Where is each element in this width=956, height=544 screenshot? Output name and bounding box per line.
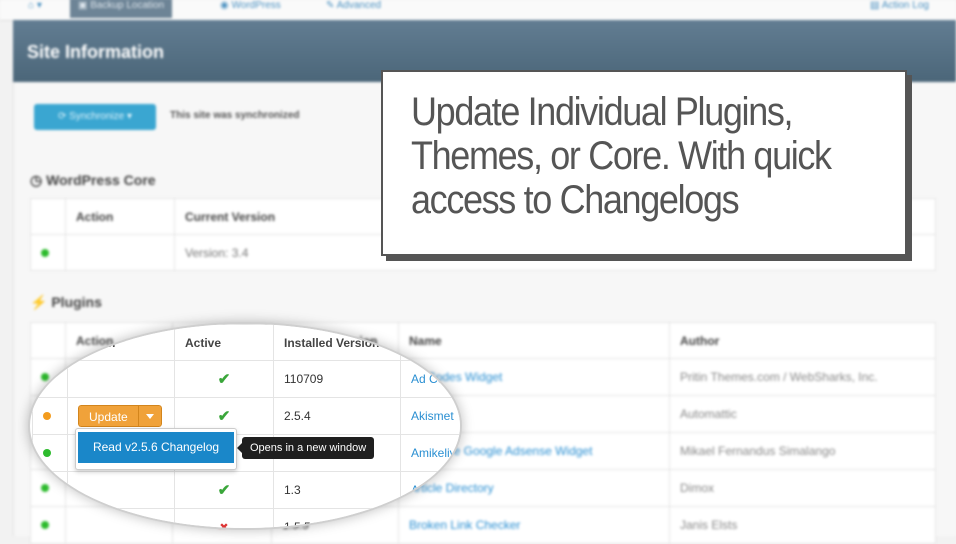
tab-wordpress[interactable]: ◉ WordPress [212,0,289,18]
status-dot [43,412,51,420]
plugin-name-link[interactable]: Article Directory [400,471,460,509]
core-heading: ◷ WordPress Core [30,172,156,188]
column-header [30,198,66,235]
log-icon: ▤ [870,0,882,11]
feature-callout: Update Individual Plugins, Themes, or Co… [381,70,907,256]
plugin-name-link[interactable]: Akismet [400,397,460,435]
chevron-down-icon[interactable] [137,405,162,427]
column-header: Action [67,324,175,361]
column-header: Installed Version [273,324,401,361]
sync-status-text: This site was synchronized [170,110,300,121]
wrench-icon: ✎ [326,0,337,11]
wordpress-icon: ◉ [220,0,232,11]
column-header: Action [65,198,175,235]
table-row: ✖ 1.5.5 Broken Link Checker Janis Elsts [32,508,460,530]
magnifier-lens: Action Active Installed Version Name Aut… [28,322,462,530]
plugins-heading: ⚡ Plugins [30,294,102,310]
column-header: Active [174,324,274,361]
clock-icon: ◷ [30,172,47,188]
status-dot [41,248,49,257]
plugin-name-link[interactable]: Amikelive Google Adsense Widget [400,434,460,472]
status-dot [43,486,51,494]
check-icon: ✔ [217,408,231,425]
database-icon: ▣ [78,0,91,11]
version-cell: 2.5.4 [273,397,401,435]
version-cell: 110709 [273,360,401,398]
home-tab[interactable]: ⌂ ▾ [20,0,50,18]
sync-icon: ⟳ [57,111,70,122]
cross-icon: ✖ [219,522,229,530]
status-dot [43,375,51,383]
top-nav: ⌂ ▾ ▣ Backup Location ◉ WordPress ✎ Adva… [0,0,956,21]
check-icon: ✔ [217,371,231,388]
version-cell: 1.5.5 [273,508,401,528]
action-cell [65,234,175,271]
home-icon: ⌂ ▾ [28,0,42,11]
table-row: ✔ 1.3 Article Directory Dimox [32,471,460,509]
plug-icon: ⚡ [30,294,52,310]
read-changelog-menu-item[interactable]: Read v2.5.6 Changelog [78,432,234,463]
tab-advanced[interactable]: ✎ Advanced [318,0,389,18]
column-header: Author [669,322,936,359]
plugin-name-link[interactable]: Broken Link Checker [400,508,460,528]
callout-text: Update Individual Plugins, Themes, or Co… [411,90,832,222]
update-split-button[interactable]: Update [78,405,162,427]
page-title: Site Information [27,42,165,62]
update-dropdown-menu: Read v2.5.6 Changelog [75,428,237,470]
table-row: ✔ 110709 Ad Codes Widget Pritin Themes.c… [32,360,460,398]
tab-backup-location[interactable]: ▣ Backup Location [70,0,173,18]
version-cell: 1.3 [273,471,401,509]
status-dot [43,449,51,457]
new-window-tooltip: Opens in a new window [236,437,375,459]
check-icon: ✔ [217,482,231,499]
plugins-table: Action Active Installed Version Name Aut… [32,324,460,530]
action-log-link[interactable]: ▤ Action Log [862,0,937,18]
synchronize-button[interactable]: ⟳ Synchronize ▾ [34,104,156,130]
column-header: Name [400,324,460,361]
plugin-name-link[interactable]: Ad Codes Widget [400,360,460,398]
status-cell [30,234,66,271]
update-button[interactable]: Update [78,405,138,427]
column-header [32,324,68,361]
